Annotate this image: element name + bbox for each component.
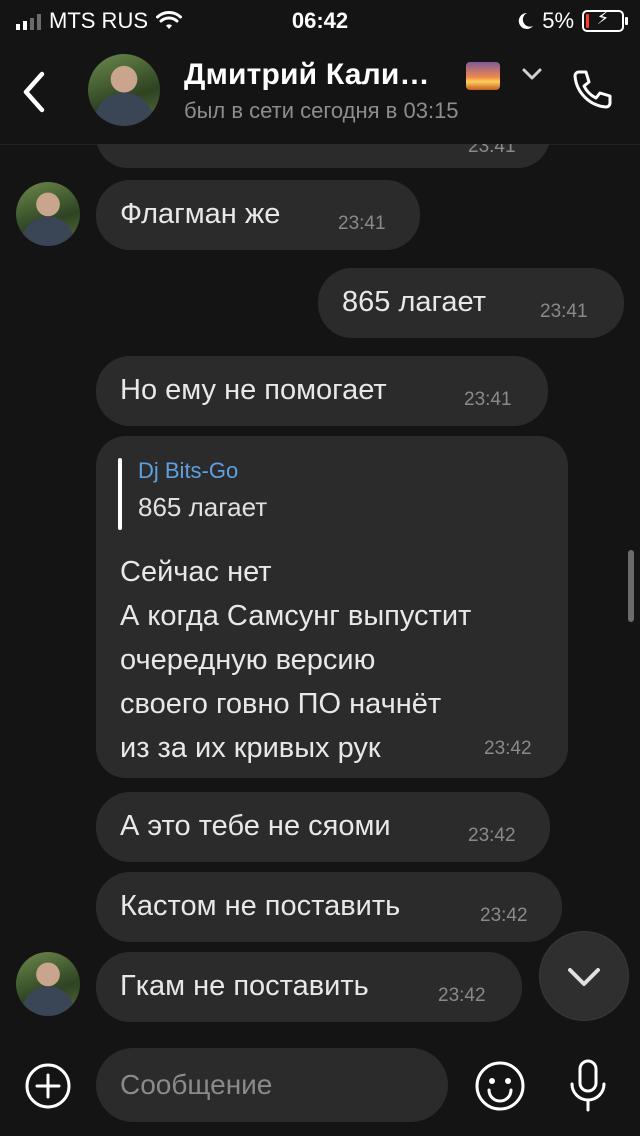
sender-avatar[interactable]: [16, 182, 80, 246]
reply-quoted-text[interactable]: 865 лагает: [138, 492, 267, 523]
chevron-down-icon: [568, 968, 600, 986]
contact-avatar[interactable]: [88, 54, 160, 126]
message-time: 23:41: [540, 301, 588, 322]
message-text: 865 лагает: [342, 286, 487, 318]
message-bubble[interactable]: Гкам не поставить 23:42: [96, 952, 522, 1022]
message-text: Но ему не помогает: [120, 374, 387, 406]
chevron-down-icon[interactable]: [520, 62, 544, 86]
message-bubble[interactable]: А это тебе не сяоми 23:42: [96, 792, 550, 862]
message-composer: [0, 1040, 640, 1136]
message-bubble[interactable]: Флагман же 23:41: [96, 180, 420, 250]
battery-percent: 5%: [542, 8, 574, 33]
moon-icon: [518, 12, 534, 29]
message-time: 23:42: [480, 905, 528, 926]
sunset-emoji-icon: [466, 62, 500, 90]
message-input[interactable]: [96, 1048, 448, 1122]
status-bar: MTS RUS 06:42 5% ⚡: [0, 0, 640, 40]
message-bubble[interactable]: Но ему не помогает 23:41: [96, 356, 548, 426]
contact-name[interactable]: Дмитрий Кали…: [184, 58, 430, 92]
message-bubble-with-reply[interactable]: Dj Bits-Go 865 лагает Сейчас нет А когда…: [96, 436, 568, 778]
message-time: 23:42: [438, 985, 486, 1006]
reply-quote-bar: [118, 458, 122, 530]
microphone-icon[interactable]: [564, 1058, 612, 1114]
message-text: Флагман же: [120, 198, 281, 230]
message-time: 23:41: [468, 144, 516, 157]
message-time: 23:41: [464, 389, 512, 410]
message-bubble-outgoing[interactable]: 865 лагает 23:41: [318, 268, 624, 338]
message-text: Кастом не поставить: [120, 890, 401, 922]
scrollbar[interactable]: [628, 550, 634, 622]
chat-header: Дмитрий Кали… был в сети сегодня в 03:15: [0, 40, 640, 145]
message-text: Гкам не поставить: [120, 970, 369, 1002]
emoji-icon[interactable]: [474, 1060, 526, 1112]
message-text: Сейчас нет А когда Самсунг выпустит очер…: [120, 556, 472, 764]
phone-call-icon[interactable]: [566, 66, 616, 116]
scroll-to-bottom-button[interactable]: [540, 932, 628, 1020]
reply-author[interactable]: Dj Bits-Go: [138, 458, 238, 484]
attach-plus-icon[interactable]: [24, 1062, 72, 1110]
sender-avatar[interactable]: [16, 952, 80, 1016]
battery-icon: ⚡: [582, 8, 628, 32]
contact-last-seen: был в сети сегодня в 03:15: [184, 98, 459, 123]
message-list[interactable]: 23:41 Флагман же 23:41 865 лагает 23:41 …: [0, 144, 640, 1040]
message-time: 23:42: [468, 825, 516, 846]
message-time: 23:41: [338, 213, 386, 234]
back-chevron-icon[interactable]: [16, 68, 56, 116]
message-bubble-partial[interactable]: 23:41: [96, 144, 550, 168]
status-right: 5% ⚡: [516, 8, 628, 34]
message-bubble[interactable]: Кастом не поставить 23:42: [96, 872, 562, 942]
message-text: А это тебе не сяоми: [120, 810, 391, 842]
message-time: 23:42: [484, 738, 532, 759]
